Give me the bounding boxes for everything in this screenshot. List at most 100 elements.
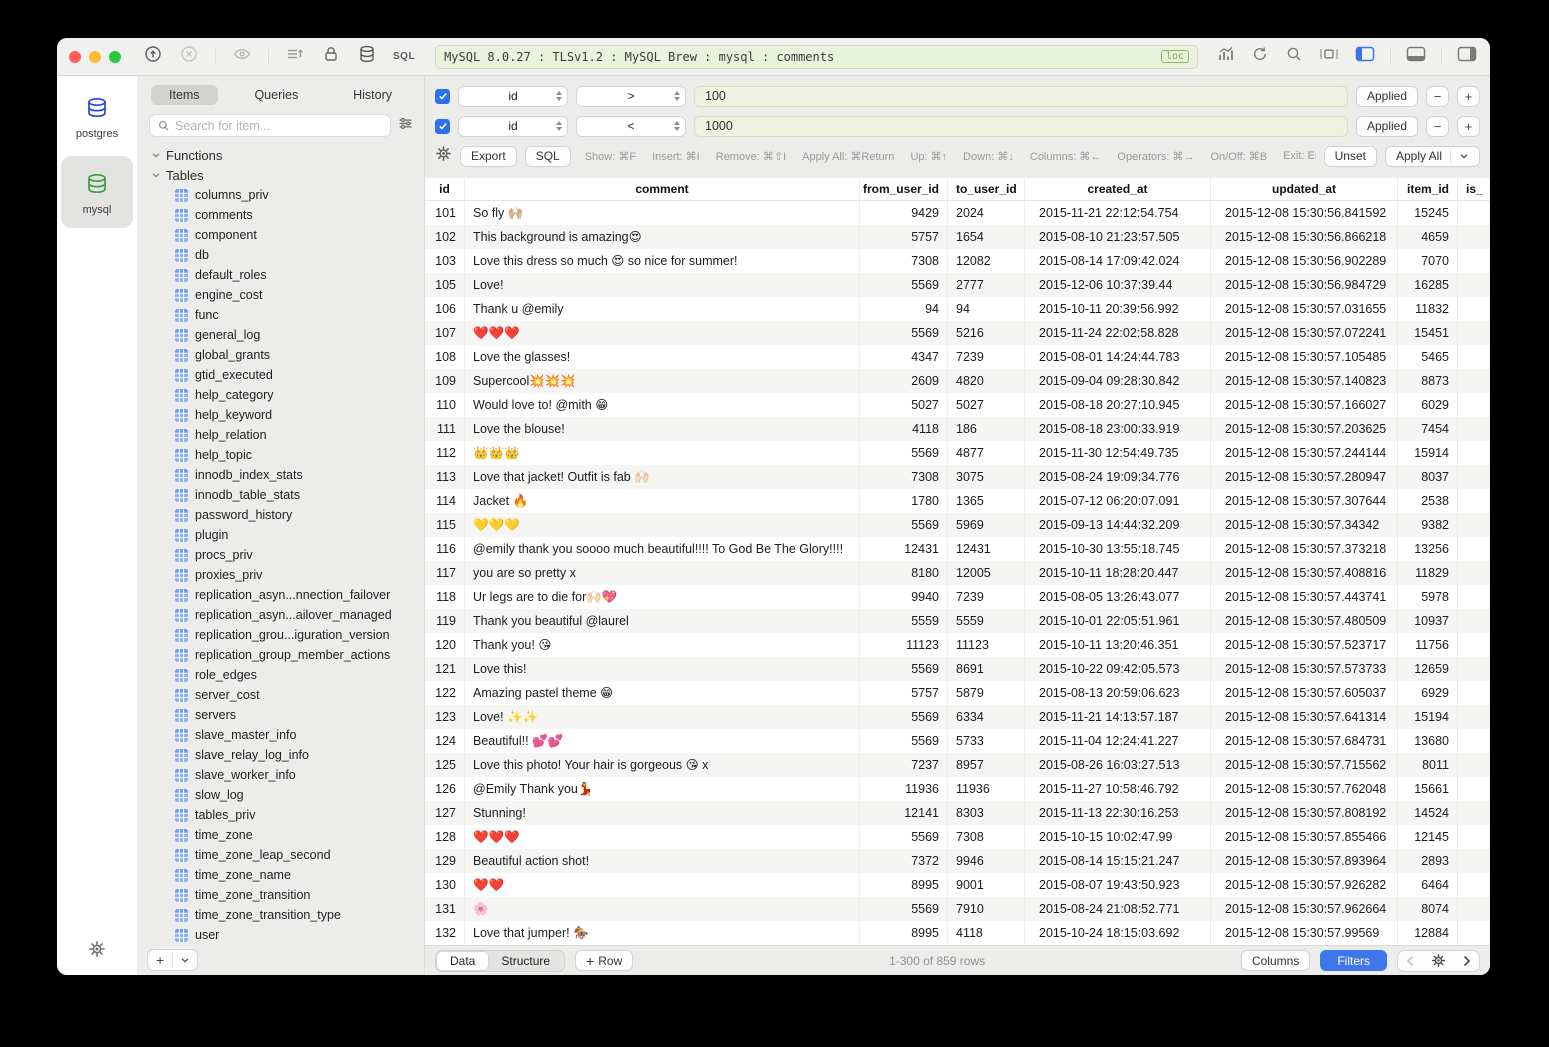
cell-is[interactable] — [1458, 921, 1490, 945]
cell-id[interactable]: 103 — [425, 249, 465, 273]
unset-button[interactable]: Unset — [1324, 146, 1377, 167]
cell-created-at[interactable]: 2015-08-14 17:09:42.024 — [1025, 249, 1211, 273]
cell-item-id[interactable]: 9382 — [1398, 513, 1458, 537]
cell-to-user-id[interactable]: 4118 — [948, 921, 1025, 945]
next-page-button[interactable] — [1454, 955, 1479, 967]
cell-id[interactable]: 108 — [425, 345, 465, 369]
search-input[interactable] — [175, 119, 383, 133]
disconnect-icon[interactable] — [179, 44, 199, 69]
cell-is[interactable] — [1458, 873, 1490, 897]
cell-comment[interactable]: 💛💛💛 — [465, 513, 860, 537]
sidebar-table-item[interactable]: time_zone_transition — [151, 885, 424, 905]
cell-id[interactable]: 113 — [425, 465, 465, 489]
cell-to-user-id[interactable]: 5559 — [948, 609, 1025, 633]
cell-id[interactable]: 123 — [425, 705, 465, 729]
cell-is[interactable] — [1458, 369, 1490, 393]
cell-to-user-id[interactable]: 2777 — [948, 273, 1025, 297]
cell-comment[interactable]: Love that jumper! 🏇 — [465, 921, 860, 945]
sidebar-table-item[interactable]: time_zone_name — [151, 865, 424, 885]
column-header-item-id[interactable]: item_id — [1398, 178, 1458, 200]
add-item-button[interactable]: + — [148, 952, 172, 968]
table-row[interactable]: 103 Love this dress so much 😍 so nice fo… — [425, 249, 1490, 273]
cell-created-at[interactable]: 2015-11-30 12:54:49.735 — [1025, 441, 1211, 465]
sidebar-table-item[interactable]: columns_priv — [151, 185, 424, 205]
sidebar-table-item[interactable]: user — [151, 925, 424, 945]
cell-from-user-id[interactable]: 5569 — [860, 705, 948, 729]
cell-created-at[interactable]: 2015-08-24 19:09:34.776 — [1025, 465, 1211, 489]
cell-id[interactable]: 117 — [425, 561, 465, 585]
cell-is[interactable] — [1458, 393, 1490, 417]
sidebar-table-item[interactable]: gtid_executed — [151, 365, 424, 385]
filter-column-select[interactable]: id — [458, 86, 568, 107]
cell-is[interactable] — [1458, 489, 1490, 513]
cell-item-id[interactable]: 8873 — [1398, 369, 1458, 393]
sidebar-table-item[interactable]: replication_group_member_actions — [151, 645, 424, 665]
table-row[interactable]: 115 💛💛💛 5569 5969 2015-09-13 14:44:32.20… — [425, 513, 1490, 537]
cell-updated-at[interactable]: 2015-12-08 15:30:56.902289 — [1211, 249, 1398, 273]
cell-updated-at[interactable]: 2015-12-08 15:30:57.280947 — [1211, 465, 1398, 489]
cell-updated-at[interactable]: 2015-12-08 15:30:57.573733 — [1211, 657, 1398, 681]
table-row[interactable]: 113 Love that jacket! Outfit is fab 🙌🏻 7… — [425, 465, 1490, 489]
cell-updated-at[interactable]: 2015-12-08 15:30:57.855466 — [1211, 825, 1398, 849]
sql-preview-button[interactable]: SQL — [525, 146, 571, 167]
cell-created-at[interactable]: 2015-10-22 09:42:05.573 — [1025, 657, 1211, 681]
cell-to-user-id[interactable]: 12005 — [948, 561, 1025, 585]
cell-item-id[interactable]: 7070 — [1398, 249, 1458, 273]
cell-comment[interactable]: Love! — [465, 273, 860, 297]
cell-item-id[interactable]: 6929 — [1398, 681, 1458, 705]
cell-to-user-id[interactable]: 9946 — [948, 849, 1025, 873]
filter-column-select[interactable]: id — [458, 116, 568, 137]
cell-is[interactable] — [1458, 249, 1490, 273]
cell-item-id[interactable]: 11829 — [1398, 561, 1458, 585]
filter-operator-select[interactable]: > — [576, 86, 686, 107]
table-row[interactable]: 106 Thank u @emily 94 94 2015-10-11 20:3… — [425, 297, 1490, 321]
cell-created-at[interactable]: 2015-10-24 18:15:03.692 — [1025, 921, 1211, 945]
cell-to-user-id[interactable]: 94 — [948, 297, 1025, 321]
sidebar-table-item[interactable]: time_zone_transition_type — [151, 905, 424, 925]
filter-value-input[interactable]: 100 — [694, 86, 1348, 107]
cell-updated-at[interactable]: 2015-12-08 15:30:57.105485 — [1211, 345, 1398, 369]
cell-item-id[interactable]: 5465 — [1398, 345, 1458, 369]
cell-id[interactable]: 110 — [425, 393, 465, 417]
cell-id[interactable]: 127 — [425, 801, 465, 825]
cell-created-at[interactable]: 2015-11-13 22:30:16.253 — [1025, 801, 1211, 825]
sidebar-table-item[interactable]: tables_priv — [151, 805, 424, 825]
cell-created-at[interactable]: 2015-10-15 10:02:47.99 — [1025, 825, 1211, 849]
sidebar-table-item[interactable]: default_roles — [151, 265, 424, 285]
cell-id[interactable]: 126 — [425, 777, 465, 801]
table-row[interactable]: 129 Beautiful action shot! 7372 9946 201… — [425, 849, 1490, 873]
cell-updated-at[interactable]: 2015-12-08 15:30:57.443741 — [1211, 585, 1398, 609]
sidebar-table-item[interactable]: replication_asyn...nnection_failover — [151, 585, 424, 605]
tab-items[interactable]: Items — [151, 85, 218, 105]
add-filter-button[interactable]: + — [1457, 86, 1480, 107]
cell-id[interactable]: 124 — [425, 729, 465, 753]
cell-item-id[interactable]: 16285 — [1398, 273, 1458, 297]
cell-is[interactable] — [1458, 225, 1490, 249]
cell-comment[interactable]: Beautiful!! 💕💕 — [465, 729, 860, 753]
cell-created-at[interactable]: 2015-08-18 20:27:10.945 — [1025, 393, 1211, 417]
cell-to-user-id[interactable]: 8303 — [948, 801, 1025, 825]
cell-comment[interactable]: Amazing pastel theme 😁 — [465, 681, 860, 705]
cell-item-id[interactable]: 8037 — [1398, 465, 1458, 489]
cell-is[interactable] — [1458, 417, 1490, 441]
cell-to-user-id[interactable]: 186 — [948, 417, 1025, 441]
cell-comment[interactable]: you are so pretty x — [465, 561, 860, 585]
sidebar-table-item[interactable]: func — [151, 305, 424, 325]
table-row[interactable]: 107 ❤️❤️❤️ 5569 5216 2015-11-24 22:02:58… — [425, 321, 1490, 345]
cell-created-at[interactable]: 2015-08-26 16:03:27.513 — [1025, 753, 1211, 777]
cell-created-at[interactable]: 2015-08-10 21:23:57.505 — [1025, 225, 1211, 249]
cell-from-user-id[interactable]: 5569 — [860, 657, 948, 681]
cell-id[interactable]: 102 — [425, 225, 465, 249]
chart-icon[interactable] — [1216, 44, 1236, 69]
sidebar-table-item[interactable]: servers — [151, 705, 424, 725]
cell-comment[interactable]: Supercool💥💥💥 — [465, 369, 860, 393]
connect-icon[interactable] — [143, 44, 163, 69]
cell-created-at[interactable]: 2015-10-01 22:05:51.961 — [1025, 609, 1211, 633]
table-row[interactable]: 123 Love! ✨✨ 5569 6334 2015-11-21 14:13:… — [425, 705, 1490, 729]
table-row[interactable]: 127 Stunning! 12141 8303 2015-11-13 22:3… — [425, 801, 1490, 825]
cell-to-user-id[interactable]: 7910 — [948, 897, 1025, 921]
cell-id[interactable]: 122 — [425, 681, 465, 705]
cell-from-user-id[interactable]: 5757 — [860, 225, 948, 249]
cell-from-user-id[interactable]: 8995 — [860, 873, 948, 897]
cell-updated-at[interactable]: 2015-12-08 15:30:57.244144 — [1211, 441, 1398, 465]
